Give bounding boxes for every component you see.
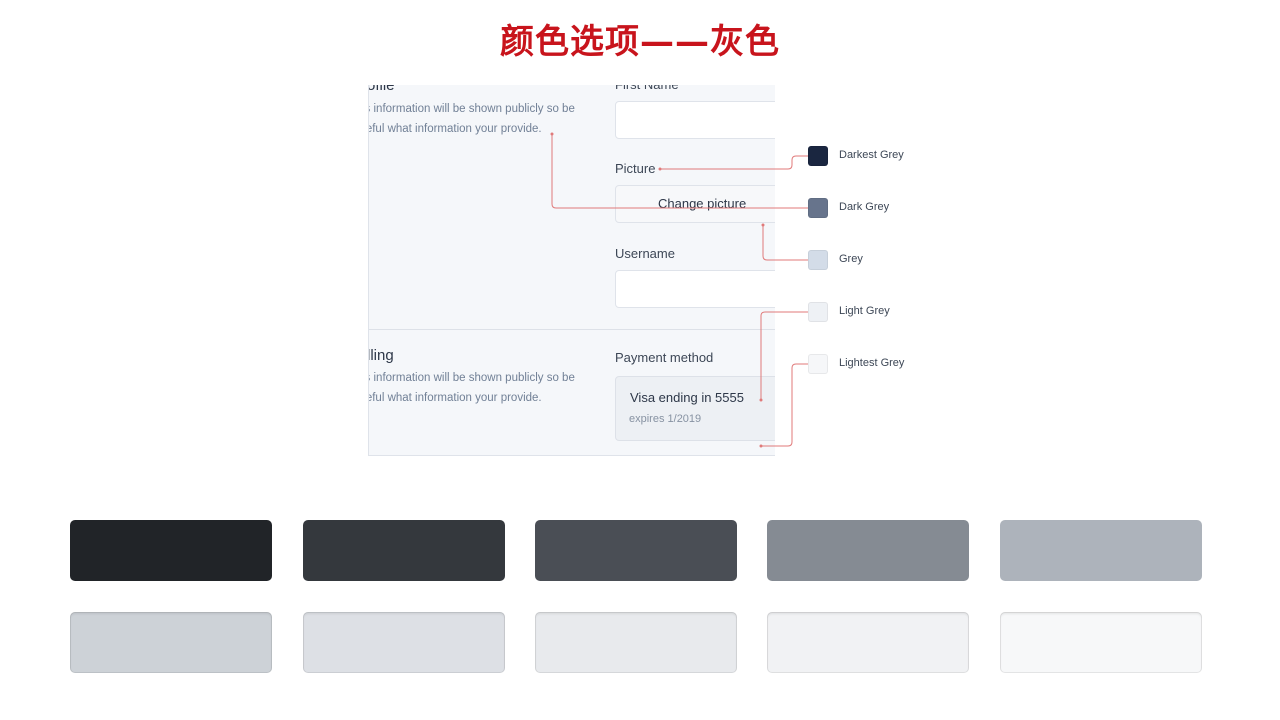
legend-label-grey: Grey	[839, 253, 863, 265]
legend-label-darkest-grey: Darkest Grey	[839, 149, 904, 161]
palette-swatch	[767, 612, 969, 673]
swatch-dark-grey	[808, 198, 828, 218]
first-name-label: First Name	[615, 85, 679, 92]
palette-swatch	[1000, 612, 1202, 673]
profile-section-title: ofile	[368, 85, 395, 94]
palette-swatch	[303, 520, 505, 581]
palette-swatch	[70, 612, 272, 673]
palette-swatch	[303, 612, 505, 673]
billing-description-line-2: reful what information your provide.	[368, 392, 542, 404]
palette-swatch	[535, 612, 737, 673]
legend-label-light-grey: Light Grey	[839, 305, 890, 317]
palette-swatch	[1000, 520, 1202, 581]
billing-description-line-1: is information will be shown publicly so…	[368, 372, 575, 384]
profile-description-line-1: is information will be shown publicly so…	[368, 103, 575, 115]
billing-section-title: lling	[368, 347, 394, 364]
page-title: 颜色选项——灰色	[500, 22, 780, 62]
payment-method-card[interactable]: Visa ending in 5555 expires 1/2019	[615, 376, 775, 441]
swatch-grey	[808, 250, 828, 270]
palette-swatch	[70, 520, 272, 581]
legend-label-dark-grey: Dark Grey	[839, 201, 890, 213]
palette-swatch	[767, 520, 969, 581]
swatch-lightest-grey	[808, 354, 828, 374]
first-name-input[interactable]	[615, 101, 775, 139]
palette-swatch	[535, 520, 737, 581]
card-description: Visa ending in 5555	[630, 390, 744, 405]
swatch-light-grey	[808, 302, 828, 322]
section-divider	[369, 329, 775, 330]
picture-label: Picture	[615, 161, 656, 176]
form-panel-crop: ofile is information will be shown publi…	[368, 85, 775, 456]
username-label: Username	[615, 246, 675, 261]
payment-method-label: Payment method	[615, 350, 714, 365]
change-picture-button[interactable]: Change picture	[615, 185, 775, 223]
profile-description-line-2: reful what information your provide.	[368, 123, 542, 135]
card-expiry: expires 1/2019	[629, 413, 702, 425]
legend-label-lightest-grey: Lightest Grey	[839, 357, 905, 369]
swatch-darkest-grey	[808, 146, 828, 166]
username-input[interactable]	[615, 270, 775, 308]
